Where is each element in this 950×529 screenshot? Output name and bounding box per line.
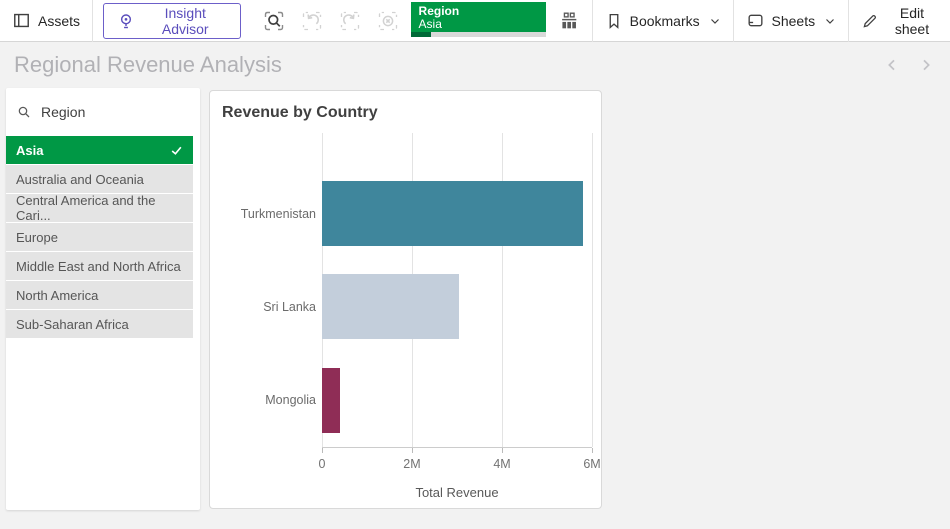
selection-chip-value: Asia [419,18,538,31]
toolbar-separator [92,0,93,42]
redo-icon [338,9,362,33]
bookmarks-label: Bookmarks [630,13,700,29]
list-item-label: Central America and the Cari... [16,193,183,223]
list-item-label: Sub-Saharan Africa [16,317,129,332]
x-axis-title: Total Revenue [322,485,592,500]
category-label: Mongolia [265,393,316,407]
category-label: Sri Lanka [263,300,316,314]
tick-label: 0 [319,457,326,471]
assets-button[interactable]: Assets [0,0,92,41]
redo-button[interactable] [337,8,363,34]
toolbar: Assets Insight Advisor [0,0,950,42]
list-item-europe[interactable]: Europe [6,223,193,251]
bar-mongolia[interactable] [322,368,340,433]
x-tick-labels: 0 2M 4M 6M [322,457,592,473]
filter-header[interactable]: Region [6,88,200,136]
chevron-right-icon [918,57,934,73]
sheets-label: Sheets [772,13,816,29]
bars-container: Turkmenistan Sri Lanka Mongolia [322,167,592,447]
list-item-label: Australia and Oceania [16,172,144,187]
next-sheet-button[interactable] [914,53,938,77]
search-icon [16,104,32,120]
tick-label: 4M [493,457,510,471]
chart-title: Revenue by Country [210,91,601,122]
sheets-icon [746,11,765,30]
sheets-button[interactable]: Sheets [734,0,849,41]
bar-row: Mongolia [322,354,592,447]
list-item-australia-and-oceania[interactable]: Australia and Oceania [6,165,193,193]
axis-tick [592,448,593,453]
region-list: Asia Australia and Oceania Central Ameri… [6,136,200,338]
bar-turkmenistan[interactable] [322,181,583,246]
tick-label: 6M [583,457,600,471]
selection-chip-region[interactable]: Region Asia [411,2,546,37]
bar-row: Sri Lanka [322,260,592,353]
grid-icon [558,10,580,32]
list-item-north-america[interactable]: North America [6,281,193,309]
category-label: Turkmenistan [241,207,316,221]
chevron-left-icon [884,57,900,73]
list-item-label: Middle East and North Africa [16,259,181,274]
selection-chip-body: Region Asia [411,2,546,32]
insight-advisor-button[interactable]: Insight Advisor [103,3,241,39]
chevron-down-icon [824,15,836,27]
axis-tick [502,448,503,453]
selection-chip-progress-fill [411,32,431,37]
selections-toolbar [251,8,411,34]
bar-row: Turkmenistan [322,167,592,260]
filter-field-title: Region [41,104,85,120]
list-item-sub-saharan-africa[interactable]: Sub-Saharan Africa [6,310,193,338]
axis-tick [412,448,413,453]
selection-chip-progress [411,32,546,37]
list-item-asia[interactable]: Asia [6,136,193,164]
bookmarks-button[interactable]: Bookmarks [593,0,733,41]
list-item-label: Europe [16,230,58,245]
list-item-middle-east-north-africa[interactable]: Middle East and North Africa [6,252,193,280]
sheet-header: Regional Revenue Analysis [0,42,950,88]
gridline [592,133,593,447]
undo-button[interactable] [299,8,325,34]
pencil-icon [861,12,879,30]
insight-advisor-label: Insight Advisor [143,5,228,37]
axis-tick [322,448,323,453]
sheet-title: Regional Revenue Analysis [0,52,880,78]
lightbulb-icon [116,11,136,31]
list-item-label: North America [16,288,98,303]
bookmark-icon [605,12,623,30]
undo-icon [300,9,324,33]
edit-sheet-label: Edit sheet [886,5,938,37]
region-filter-panel: Region Asia Australia and Oceania Centra… [6,88,200,510]
edit-sheet-button[interactable]: Edit sheet [849,0,950,41]
previous-sheet-button[interactable] [880,53,904,77]
x-axis [322,447,592,453]
sheet-navigation [880,53,950,77]
revenue-by-country-chart: Revenue by Country Turkmenistan Sri Lank… [209,90,602,509]
plot-area: Turkmenistan Sri Lanka Mongolia [322,133,592,447]
list-item-central-america[interactable]: Central America and the Cari... [6,194,193,222]
sheet-content: Region Asia Australia and Oceania Centra… [0,88,950,529]
smart-search-button[interactable] [261,8,287,34]
selection-chip-field: Region [419,4,538,18]
search-icon [262,9,286,33]
tick-label: 2M [403,457,420,471]
bar-sri-lanka[interactable] [322,274,459,339]
chevron-down-icon [709,15,721,27]
sidebar-panel-icon [12,11,31,30]
clear-selections-button[interactable] [375,8,401,34]
app-overview-button[interactable] [546,0,592,41]
checkmark-icon [170,144,183,157]
list-item-label: Asia [16,143,43,158]
assets-label: Assets [38,13,80,29]
clear-selections-icon [376,9,400,33]
